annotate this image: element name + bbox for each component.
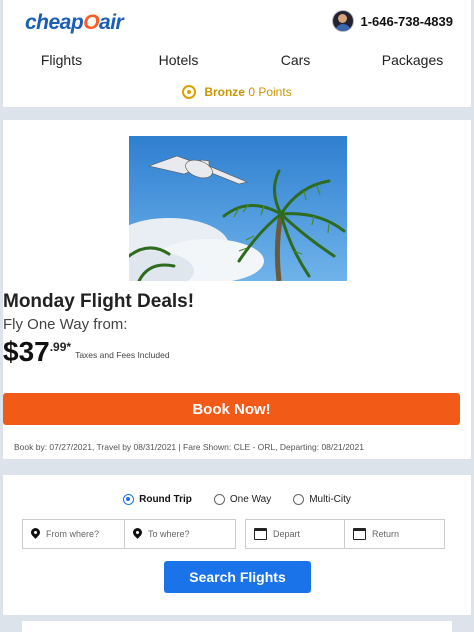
agent-avatar-icon xyxy=(332,10,355,32)
deal-price: $37 .99* Taxes and Fees Included xyxy=(3,336,170,368)
location-pin-icon xyxy=(31,528,40,540)
deal-subtitle: Fly One Way from: xyxy=(3,316,128,333)
return-date-input[interactable]: Return xyxy=(345,519,445,549)
medal-icon xyxy=(182,85,197,99)
location-pin-icon xyxy=(133,528,142,540)
nav-flights[interactable]: Flights xyxy=(3,52,120,68)
search-fields: From where? To where? Depart Return xyxy=(22,519,452,549)
depart-date-input[interactable]: Depart xyxy=(245,519,345,549)
radio-one-way[interactable]: One Way xyxy=(213,494,271,505)
price-cents: .99* xyxy=(49,340,72,354)
book-now-button[interactable]: Book Now! xyxy=(3,393,460,425)
trip-type-selector: Round Trip One Way Multi-City xyxy=(3,494,471,505)
nav-packages[interactable]: Packages xyxy=(354,52,471,68)
radio-round-trip[interactable]: Round Trip xyxy=(123,494,192,505)
tier-label: Bronze xyxy=(204,85,245,99)
radio-selected-icon xyxy=(123,494,135,505)
phone-contact[interactable]: 1-646-738-4839 xyxy=(332,10,453,32)
price-amount: $37 xyxy=(3,336,50,367)
search-flights-button[interactable]: Search Flights xyxy=(164,561,311,593)
radio-empty-icon xyxy=(293,494,305,505)
nav-cars[interactable]: Cars xyxy=(237,52,354,68)
rewards-status[interactable]: Bronze 0 Points xyxy=(3,85,471,99)
calendar-icon xyxy=(353,528,366,540)
deal-card: Monday Flight Deals! Fly One Way from: $… xyxy=(3,120,471,459)
cheapoair-logo[interactable]: cheapOair xyxy=(25,11,124,35)
header: cheapOair 1-646-738-4839 Flights Hotels … xyxy=(3,0,471,107)
to-input[interactable]: To where? xyxy=(125,519,236,549)
calendar-icon xyxy=(254,528,267,540)
radio-multi-city[interactable]: Multi-City xyxy=(293,494,351,505)
fine-print: Book by: 07/27/2021, Travel by 08/31/202… xyxy=(14,442,364,452)
from-input[interactable]: From where? xyxy=(22,519,125,549)
flight-search-card: Round Trip One Way Multi-City From where… xyxy=(3,475,471,615)
deal-title: Monday Flight Deals! xyxy=(3,291,195,312)
next-card-edge xyxy=(22,621,452,632)
points-label: 0 Points xyxy=(248,85,292,99)
main-nav: Flights Hotels Cars Packages xyxy=(3,52,471,68)
airplane-palm-photo xyxy=(129,136,347,281)
tax-note: Taxes and Fees Included xyxy=(75,350,170,360)
nav-hotels[interactable]: Hotels xyxy=(120,52,237,68)
radio-empty-icon xyxy=(213,494,225,505)
phone-number[interactable]: 1-646-738-4839 xyxy=(360,14,453,29)
